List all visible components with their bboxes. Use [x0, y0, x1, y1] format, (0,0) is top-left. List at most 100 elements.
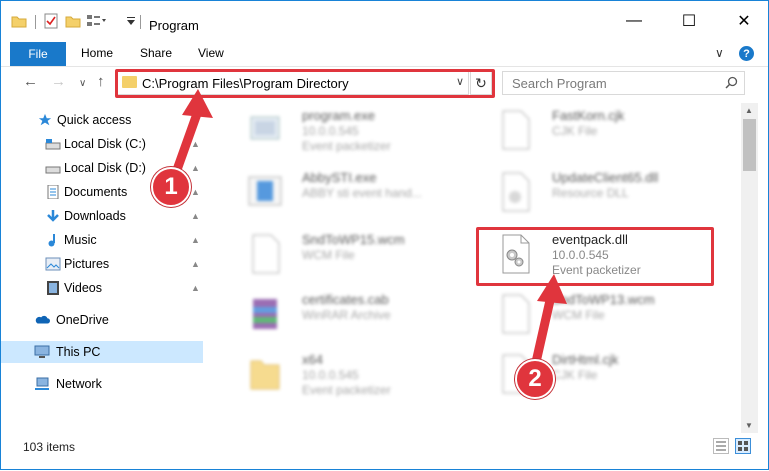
- sidebar-item-onedrive[interactable]: OneDrive: [1, 309, 203, 331]
- tab-home[interactable]: Home: [81, 46, 113, 60]
- cloud-icon: [35, 315, 50, 324]
- scroll-up-icon[interactable]: ▲: [745, 106, 753, 115]
- scroll-down-icon[interactable]: ▼: [745, 421, 753, 430]
- recent-locations-button[interactable]: ∨: [79, 78, 86, 89]
- help-icon[interactable]: ?: [739, 46, 754, 61]
- sidebar-item-label: Documents: [64, 185, 128, 199]
- step-1-badge: 1: [151, 167, 191, 207]
- pin-icon: ▲: [191, 139, 200, 149]
- sidebar-item-network[interactable]: Network: [1, 373, 203, 395]
- archive-icon: [253, 299, 277, 329]
- file-name: AbbySTI.exe: [302, 170, 377, 185]
- blank-file-icon: [502, 110, 530, 150]
- pin-icon: ▲: [191, 187, 200, 197]
- close-button[interactable]: ✕: [729, 9, 759, 33]
- file-detail: 10.0.0.545: [302, 368, 359, 382]
- file-name: program.exe: [302, 108, 375, 123]
- view-options-icon[interactable]: [86, 12, 106, 30]
- toolbar-separator: [35, 15, 36, 29]
- sidebar-item-label: Local Disk (D:): [64, 161, 146, 175]
- file-detail: Resource DLL: [552, 186, 629, 200]
- file-detail: Event packetizer: [302, 139, 391, 153]
- file-detail: WCM File: [552, 308, 605, 322]
- pin-icon: ▲: [191, 163, 200, 173]
- minimize-button[interactable]: —: [619, 9, 649, 33]
- ribbon-tabs: File Home Share View ∨: [1, 39, 768, 67]
- drive-icon: [45, 139, 61, 150]
- address-highlight-box: [115, 69, 495, 98]
- documents-icon: [47, 185, 59, 199]
- pictures-icon: [45, 257, 61, 271]
- sidebar-item-label: Downloads: [64, 209, 126, 223]
- network-icon: [35, 377, 49, 390]
- file-item[interactable]: program.exe 10.0.0.545 Event packetizer: [227, 105, 477, 159]
- drive-icon: [45, 166, 61, 174]
- tab-view[interactable]: View: [198, 46, 224, 60]
- file-item[interactable]: SndToWP15.wcm WCM File: [227, 229, 477, 283]
- file-highlight-box: [476, 227, 714, 286]
- sidebar-item-label: Videos: [64, 281, 102, 295]
- search-icon: [725, 76, 738, 89]
- status-bar: 103 items: [1, 435, 768, 469]
- sidebar-item-label: Music: [64, 233, 97, 247]
- sidebar-item-label: Quick access: [57, 113, 132, 127]
- folder-icon: [250, 360, 280, 390]
- file-name: DirtHtml.cjk: [552, 352, 619, 367]
- sidebar-item-videos[interactable]: Videos ▲: [1, 277, 203, 299]
- sidebar-item-quick-access[interactable]: Quick access: [1, 109, 203, 131]
- file-detail: ABBY sti event hand...: [302, 186, 422, 200]
- file-item[interactable]: FastKorn.cjk CJK File: [477, 105, 727, 159]
- file-name: SndToWP13.wcm: [552, 292, 655, 307]
- sidebar-item-this-pc[interactable]: This PC: [1, 341, 203, 363]
- pin-icon: ▲: [191, 235, 200, 245]
- scroll-thumb[interactable]: [743, 119, 756, 171]
- file-detail: WCM File: [302, 248, 355, 262]
- folder-icon[interactable]: [11, 12, 27, 30]
- tab-file[interactable]: File: [10, 42, 66, 66]
- file-detail: CJK File: [552, 368, 598, 382]
- customize-toolbar-icon[interactable]: [126, 12, 136, 30]
- file-item[interactable]: certificates.cab WinRAR Archive: [227, 289, 477, 343]
- file-name: UpdateClient65.dll: [552, 170, 659, 185]
- large-icons-view-icon[interactable]: [735, 438, 751, 454]
- sidebar-item-downloads[interactable]: Downloads ▲: [1, 205, 203, 227]
- navigation-pane: Quick access Local Disk (C:) ▲ Local Dis…: [1, 103, 206, 433]
- file-item[interactable]: UpdateClient65.dll Resource DLL: [477, 167, 727, 221]
- file-item[interactable]: SndToWP13.wcm WCM File: [477, 289, 727, 343]
- music-icon: [48, 234, 55, 247]
- tab-share[interactable]: Share: [140, 46, 172, 60]
- file-name: certificates.cab: [302, 292, 389, 307]
- file-explorer-window: Program — ☐ ✕ File Home Share View ∨ ? ←…: [0, 0, 769, 470]
- sidebar-item-local-disk-c[interactable]: Local Disk (C:) ▲: [1, 133, 203, 155]
- details-view-icon[interactable]: [713, 438, 729, 454]
- sidebar-item-pictures[interactable]: Pictures ▲: [1, 253, 203, 275]
- step-2-badge: 2: [515, 359, 555, 399]
- toolbar-separator: [140, 15, 141, 29]
- dll-icon: [502, 172, 530, 212]
- title-bar: Program — ☐ ✕: [1, 1, 768, 39]
- back-button[interactable]: ←: [23, 73, 38, 90]
- maximize-button[interactable]: ☐: [674, 9, 704, 33]
- file-item[interactable]: x64 10.0.0.545 Event packetizer: [227, 349, 477, 403]
- sidebar-item-label: Local Disk (C:): [64, 137, 146, 151]
- sidebar-item-label: Pictures: [64, 257, 110, 271]
- blank-file-icon: [252, 234, 280, 274]
- sidebar-item-label: Network: [56, 377, 102, 391]
- file-detail: CJK File: [552, 124, 598, 138]
- search-input[interactable]: Search Program: [502, 71, 745, 95]
- exe-icon: [250, 116, 280, 140]
- forward-button[interactable]: →: [51, 73, 66, 90]
- sidebar-item-music[interactable]: Music ▲: [1, 229, 203, 251]
- up-button[interactable]: ↑: [97, 73, 105, 90]
- window-title: Program: [149, 18, 199, 33]
- file-item[interactable]: AbbySTI.exe ABBY sti event hand...: [227, 167, 477, 221]
- search-placeholder: Search Program: [512, 76, 607, 91]
- properties-icon[interactable]: [43, 12, 59, 30]
- new-folder-icon[interactable]: [65, 12, 81, 30]
- item-count: 103 items: [23, 440, 76, 454]
- window-app-icon: [248, 176, 282, 206]
- file-name: FastKorn.cjk: [552, 108, 625, 123]
- pin-icon: ▲: [191, 259, 200, 269]
- vertical-scrollbar[interactable]: ▲ ▼: [741, 103, 758, 433]
- expand-ribbon-icon[interactable]: ∨: [715, 46, 724, 60]
